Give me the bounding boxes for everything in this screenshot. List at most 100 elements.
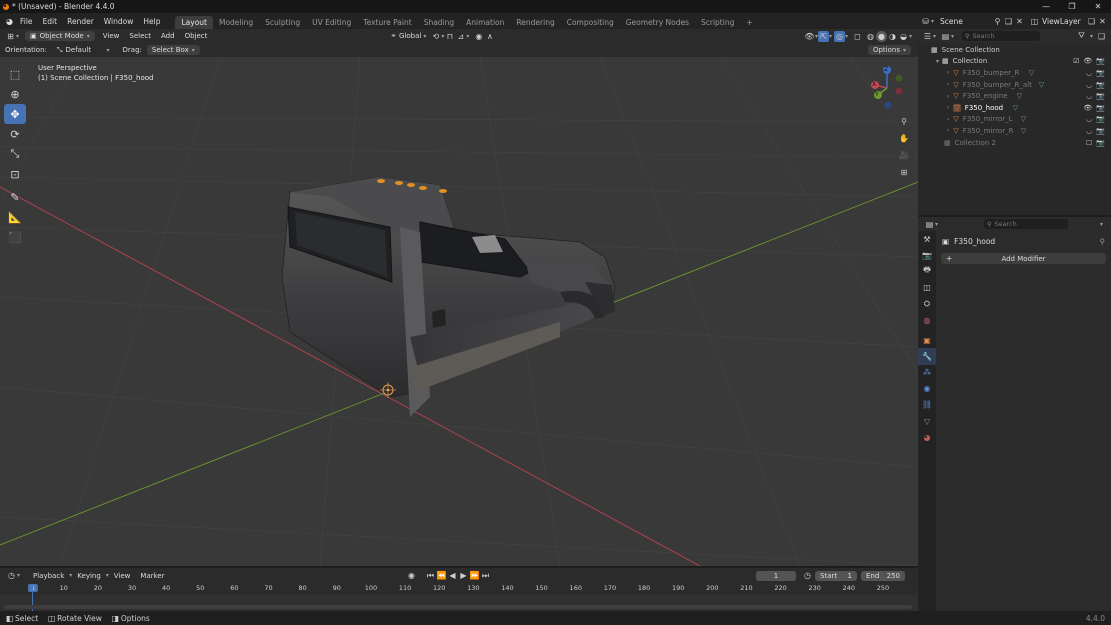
pivot-point-icon[interactable]: ⟲ bbox=[430, 31, 441, 42]
tab-animation[interactable]: Animation bbox=[460, 16, 510, 29]
properties-editor-icon[interactable]: ▤ bbox=[924, 219, 935, 230]
hidden-eye-icon[interactable]: ◡ bbox=[1086, 69, 1092, 77]
data-tab-icon[interactable]: ▽ bbox=[918, 413, 936, 429]
rendered-shading-icon[interactable]: ◒ bbox=[898, 31, 909, 42]
output-tab-icon[interactable]: 🖶 bbox=[918, 263, 936, 279]
menu-help[interactable]: Help bbox=[138, 17, 165, 26]
filter-icon[interactable]: ⛛ bbox=[1076, 31, 1087, 42]
hidden-eye-icon[interactable]: ◡ bbox=[1086, 81, 1092, 89]
outliner-collection-2[interactable]: ▦ Collection 2 ☐ 📷 bbox=[918, 137, 1111, 149]
camera-icon[interactable]: 📷 bbox=[1096, 115, 1105, 123]
menu-edit[interactable]: Edit bbox=[38, 17, 63, 26]
add-workspace-button[interactable]: + bbox=[740, 16, 758, 29]
current-frame-field[interactable]: 1 bbox=[756, 570, 796, 581]
jump-start-icon[interactable]: ⏮ bbox=[425, 570, 436, 581]
minimize-button[interactable]: — bbox=[1033, 0, 1059, 13]
zoom-icon[interactable]: ⚲ bbox=[896, 113, 912, 130]
mode-selector[interactable]: ▣ Object Mode ▾ bbox=[25, 31, 95, 41]
move-tool-icon[interactable]: ✥ bbox=[4, 104, 26, 124]
camera-icon[interactable]: 📷 bbox=[1096, 69, 1105, 77]
auto-keying-icon[interactable]: ◉ bbox=[406, 570, 417, 581]
camera-icon[interactable]: 📷 bbox=[1096, 127, 1105, 135]
constraints-tab-icon[interactable]: ⛓ bbox=[918, 397, 936, 413]
cursor-tool-icon[interactable]: ⊕ bbox=[4, 84, 26, 104]
camera-icon[interactable]: 📷 bbox=[1096, 81, 1105, 89]
timeline-area[interactable]: 1 10 20 30 40 50 60 70 80 90 100 110 120 130 140 150 160… bbox=[0, 583, 918, 611]
select-box-tool-icon[interactable]: ⬚ bbox=[4, 64, 26, 84]
tab-geometry-nodes[interactable]: Geometry Nodes bbox=[620, 16, 695, 29]
outliner-item-active[interactable]: › ▽ F350_hood ▽ 👁 📷 bbox=[918, 102, 1111, 114]
world-tab-icon[interactable]: ◍ bbox=[918, 312, 936, 328]
outliner-item[interactable]: › ▽ F350_bumper_R ▽ ◡ 📷 bbox=[918, 67, 1111, 79]
add-modifier-button[interactable]: + Add Modifier bbox=[941, 253, 1106, 264]
material-shading-icon[interactable]: ◑ bbox=[887, 31, 898, 42]
play-icon[interactable]: ▶ bbox=[458, 570, 469, 581]
tool-tab-icon[interactable]: ⚒ bbox=[918, 231, 936, 247]
menu-timeline-view[interactable]: View bbox=[109, 572, 136, 580]
wireframe-shading-icon[interactable]: ◍ bbox=[865, 31, 876, 42]
delete-scene-icon[interactable]: ✕ bbox=[1014, 16, 1025, 27]
overlay-toggle-icon[interactable]: ◎ bbox=[833, 30, 845, 42]
jump-keyframe-forward-icon[interactable]: ⏩ bbox=[469, 570, 480, 581]
frame-ruler[interactable]: 1 10 20 30 40 50 60 70 80 90 100 110 120 130 140 150 160… bbox=[0, 583, 918, 595]
properties-search-field[interactable]: ⚲ Search bbox=[984, 219, 1069, 229]
tab-texture-paint[interactable]: Texture Paint bbox=[357, 16, 417, 29]
timeline-scrollbar[interactable] bbox=[4, 605, 912, 609]
outliner-editor-icon[interactable]: ☰ bbox=[922, 31, 933, 42]
delete-view-layer-icon[interactable]: ✕ bbox=[1097, 16, 1108, 27]
menu-add[interactable]: Add bbox=[156, 32, 180, 40]
camera-view-icon[interactable]: 🎥 bbox=[896, 147, 912, 164]
menu-playback[interactable]: Playback bbox=[28, 572, 69, 580]
new-collection-icon[interactable]: ❏ bbox=[1096, 31, 1107, 42]
proportional-falloff-icon[interactable]: ∧ bbox=[484, 31, 495, 42]
menu-object[interactable]: Object bbox=[180, 32, 213, 40]
menu-file[interactable]: File bbox=[15, 17, 38, 26]
menu-render[interactable]: Render bbox=[62, 17, 99, 26]
drag-dropdown[interactable]: Select Box ▾ bbox=[146, 45, 200, 55]
pin-icon[interactable]: ⚲ bbox=[1100, 237, 1106, 246]
tab-scripting[interactable]: Scripting bbox=[695, 16, 740, 29]
gizmo-toggle-icon[interactable]: ⇱ bbox=[817, 30, 829, 42]
proportional-edit-icon[interactable]: ◉ bbox=[473, 31, 484, 42]
outliner-item[interactable]: › ▽ F350_bumper_R_alt ▽ ◡ 📷 bbox=[918, 79, 1111, 91]
visibility-icon[interactable]: 👁 bbox=[804, 31, 815, 42]
end-frame-field[interactable]: End 250 bbox=[861, 570, 905, 581]
menu-view[interactable]: View bbox=[98, 32, 125, 40]
options-dropdown[interactable]: Options ▾ bbox=[867, 45, 911, 55]
eye-icon[interactable]: 👁 bbox=[1083, 57, 1092, 65]
start-frame-field[interactable]: Start 1 bbox=[815, 570, 857, 581]
rotate-tool-icon[interactable]: ⟳ bbox=[4, 124, 26, 144]
view-layer-icon[interactable]: ◫ bbox=[1029, 16, 1040, 27]
new-view-layer-icon[interactable]: ❏ bbox=[1086, 16, 1097, 27]
outliner-scene-collection[interactable]: ▦ Scene Collection bbox=[918, 44, 1111, 56]
material-tab-icon[interactable]: ◕ bbox=[918, 429, 936, 445]
object-tab-icon[interactable]: ▣ bbox=[918, 332, 936, 348]
outliner-item[interactable]: › ▽ F350_engine ▽ ◡ 📷 bbox=[918, 90, 1111, 102]
play-reverse-icon[interactable]: ◀ bbox=[447, 570, 458, 581]
maximize-button[interactable]: ❐ bbox=[1059, 0, 1085, 13]
hidden-eye-icon[interactable]: ◡ bbox=[1086, 92, 1092, 100]
particles-tab-icon[interactable]: ⁂ bbox=[918, 365, 936, 381]
tab-modeling[interactable]: Modeling bbox=[213, 16, 259, 29]
exclude-checkbox-icon[interactable]: ☐ bbox=[1086, 139, 1092, 147]
measure-tool-icon[interactable]: 📐 bbox=[4, 207, 26, 227]
add-cube-tool-icon[interactable]: ⬛ bbox=[4, 227, 26, 247]
menu-marker[interactable]: Marker bbox=[135, 572, 169, 580]
solid-shading-icon[interactable]: ● bbox=[875, 30, 887, 42]
outliner-item[interactable]: › ▽ F350_mirror_R ▽ ◡ 📷 bbox=[918, 125, 1111, 137]
hidden-eye-icon[interactable]: ◡ bbox=[1086, 127, 1092, 135]
outliner-item[interactable]: › ▽ F350_mirror_L ▽ ◡ 📷 bbox=[918, 114, 1111, 126]
orientation-dropdown[interactable]: ⤡ Default ▾ bbox=[51, 44, 115, 56]
camera-icon[interactable]: 📷 bbox=[1096, 92, 1105, 100]
menu-keying[interactable]: Keying bbox=[72, 572, 106, 580]
scene-tab-icon[interactable]: ⛭ bbox=[918, 296, 936, 312]
view-layer-name[interactable]: ViewLayer bbox=[1042, 17, 1086, 26]
timeline-editor-icon[interactable]: ◷ bbox=[6, 570, 17, 581]
snap-target-icon[interactable]: ⊿ bbox=[455, 31, 466, 42]
scale-tool-icon[interactable]: ⤡ bbox=[4, 144, 26, 164]
menu-select[interactable]: Select bbox=[124, 32, 156, 40]
editor-type-icon[interactable]: ⊞ bbox=[5, 31, 16, 42]
camera-icon[interactable]: 📷 bbox=[1096, 104, 1105, 112]
outliner-search-field[interactable]: ⚲ Search bbox=[962, 31, 1041, 41]
pan-hand-icon[interactable]: ✋ bbox=[896, 130, 912, 147]
